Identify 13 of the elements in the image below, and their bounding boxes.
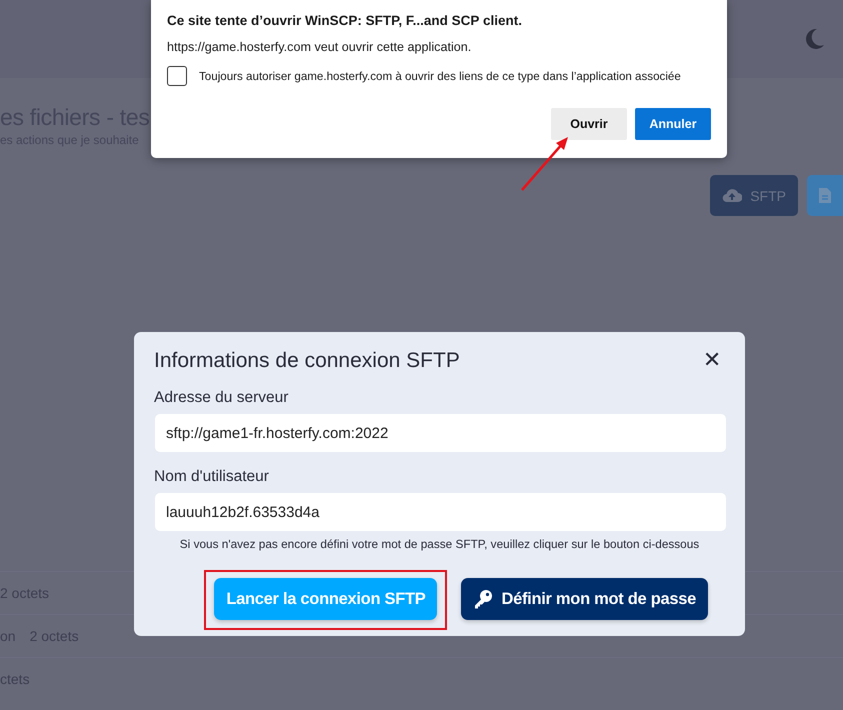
dialog-message: https://game.hosterfy.com veut ouvrir cette application. bbox=[167, 40, 472, 54]
dialog-title: Ce site tente d’ouvrir WinSCP: SFTP, F...and SCP client. bbox=[167, 13, 523, 28]
password-button[interactable]: Définir mon mot de passe bbox=[461, 578, 708, 620]
input-field[interactable]: sftp://game1-fr.hosterfy.com:2022 bbox=[155, 414, 726, 452]
close-button[interactable]: ✕ bbox=[698, 348, 725, 373]
modal-title: Informations de connexion SFTP bbox=[154, 348, 460, 372]
cancel-button[interactable]: Annuler bbox=[635, 108, 711, 140]
help-text: Si vous n'avez pas encore défini votre mot de passe SFTP, veuillez cliquer sur le bouton ci-dessous bbox=[178, 537, 700, 551]
open-button[interactable]: Ouvrir bbox=[551, 108, 627, 140]
field-label: Nom d'utilisateur bbox=[154, 468, 270, 486]
checkbox-label: Toujours autoriser game.hosterfy.com à ouvrir des liens de ce type dans l’application associée bbox=[199, 70, 681, 82]
input-field[interactable]: lauuuh12b2f.63533d4a bbox=[155, 493, 726, 531]
field-label: Adresse du serveur bbox=[154, 389, 290, 407]
